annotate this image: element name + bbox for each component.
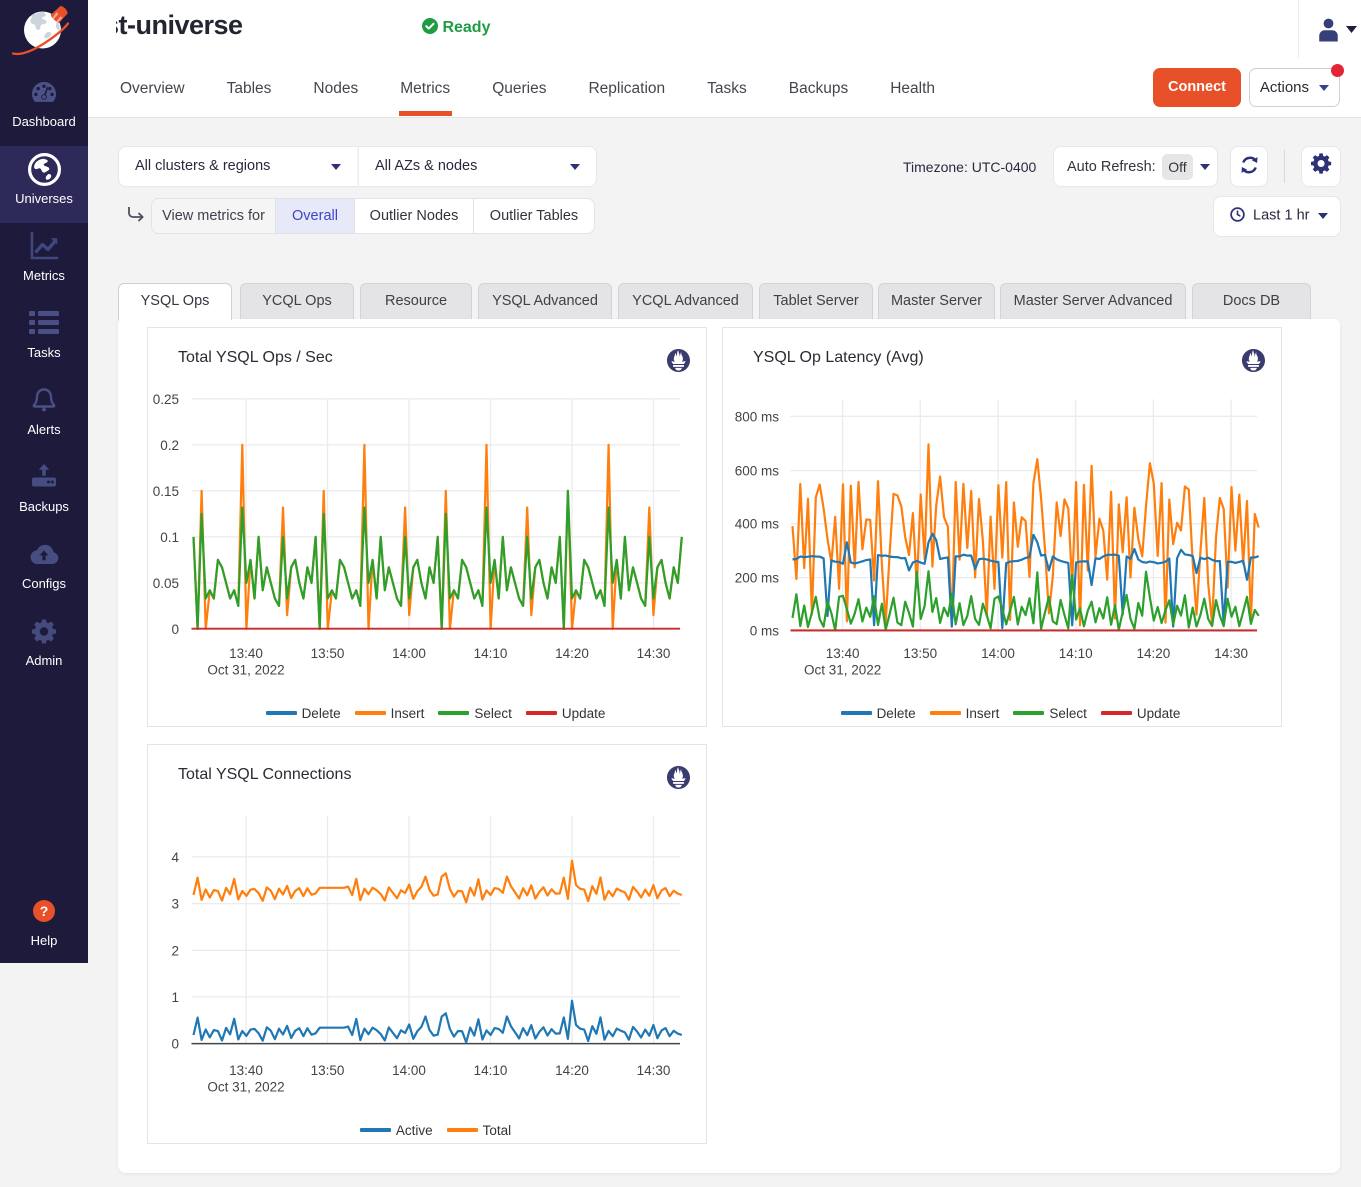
svg-text:14:10: 14:10 <box>474 1063 508 1078</box>
svg-text:13:50: 13:50 <box>311 646 345 661</box>
svg-text:Oct 31, 2022: Oct 31, 2022 <box>804 663 881 678</box>
svg-text:14:10: 14:10 <box>474 646 508 661</box>
svg-text:0: 0 <box>171 1037 179 1052</box>
svg-text:1: 1 <box>171 990 179 1005</box>
svg-text:Oct 31, 2022: Oct 31, 2022 <box>207 1080 284 1095</box>
svg-text:0.25: 0.25 <box>153 392 179 407</box>
svg-text:14:00: 14:00 <box>981 646 1015 661</box>
svg-text:400 ms: 400 ms <box>735 517 780 532</box>
svg-text:14:10: 14:10 <box>1059 646 1093 661</box>
svg-text:13:50: 13:50 <box>311 1063 345 1078</box>
svg-text:3: 3 <box>171 897 179 912</box>
svg-text:2: 2 <box>171 943 179 958</box>
svg-text:14:20: 14:20 <box>555 1063 589 1078</box>
svg-text:4: 4 <box>171 850 179 865</box>
svg-text:13:40: 13:40 <box>826 646 860 661</box>
svg-text:13:40: 13:40 <box>229 646 263 661</box>
svg-text:14:00: 14:00 <box>392 1063 426 1078</box>
svg-text:0.15: 0.15 <box>153 484 179 499</box>
svg-text:14:30: 14:30 <box>637 646 671 661</box>
svg-text:200 ms: 200 ms <box>735 571 780 586</box>
svg-text:0.05: 0.05 <box>153 576 179 591</box>
svg-text:14:30: 14:30 <box>1214 646 1248 661</box>
svg-text:0: 0 <box>171 622 179 637</box>
svg-text:800 ms: 800 ms <box>735 409 780 424</box>
svg-text:0.2: 0.2 <box>160 438 179 453</box>
svg-text:?: ? <box>40 903 49 919</box>
svg-text:14:20: 14:20 <box>555 646 589 661</box>
svg-text:0 ms: 0 ms <box>750 624 780 639</box>
svg-text:600 ms: 600 ms <box>735 464 780 479</box>
svg-text:13:50: 13:50 <box>903 646 937 661</box>
svg-text:14:00: 14:00 <box>392 646 426 661</box>
svg-text:Oct 31, 2022: Oct 31, 2022 <box>207 663 284 678</box>
svg-text:13:40: 13:40 <box>229 1063 263 1078</box>
svg-text:14:20: 14:20 <box>1137 646 1171 661</box>
svg-text:14:30: 14:30 <box>637 1063 671 1078</box>
svg-text:0.1: 0.1 <box>160 530 179 545</box>
